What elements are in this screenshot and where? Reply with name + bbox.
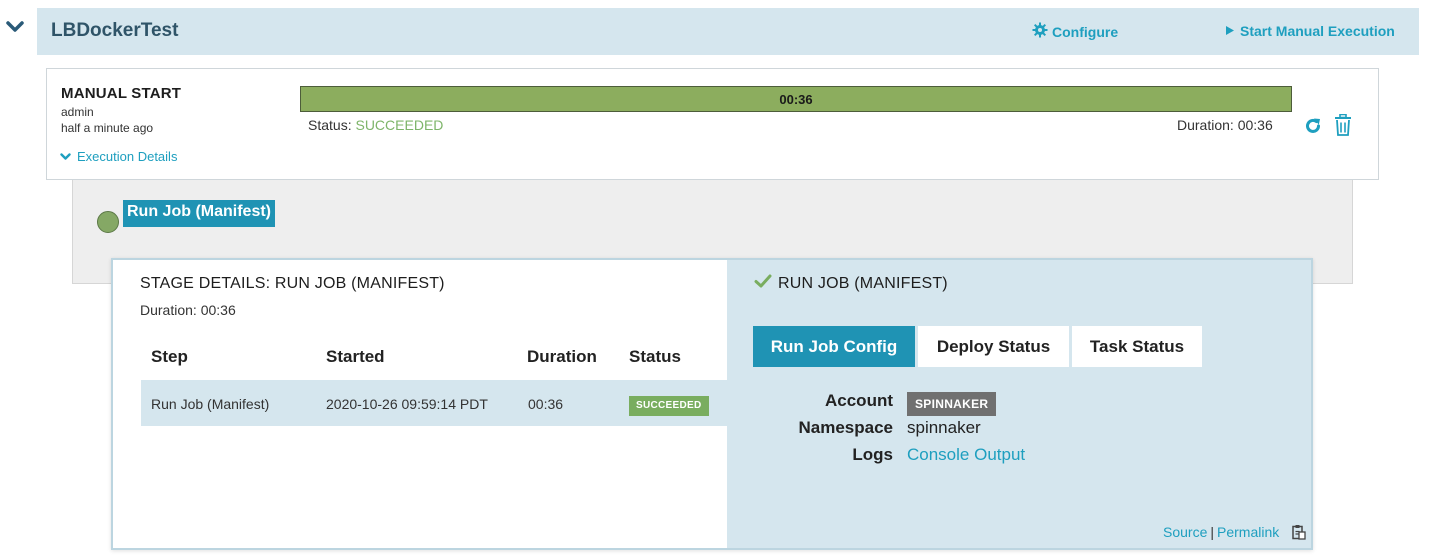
start-manual-execution-label: Start Manual Execution — [1240, 23, 1395, 39]
account-badge: SPINNAKER — [907, 392, 997, 416]
configure-label: Configure — [1052, 23, 1119, 40]
footer-links: Source | Permalink — [1163, 524, 1306, 540]
execution-progress-bar[interactable]: 00:36 — [300, 86, 1292, 112]
stage-duration: Duration: 00:36 — [140, 302, 236, 318]
step-name: Run Job (Manifest) — [151, 396, 270, 412]
trash-icon[interactable] — [1334, 113, 1352, 136]
column-header-status: Status — [629, 347, 681, 366]
collapse-pipeline-chevron-icon[interactable] — [6, 20, 24, 36]
permalink-link[interactable]: Permalink — [1217, 524, 1279, 540]
start-manual-execution-button[interactable]: Start Manual Execution — [1225, 23, 1395, 39]
namespace-label: Namespace — [798, 418, 893, 437]
column-header-duration: Duration — [527, 347, 597, 366]
status-value: SUCCEEDED — [355, 117, 444, 133]
console-output-link[interactable]: Console Output — [907, 445, 1025, 465]
trigger-time: half a minute ago — [61, 121, 154, 135]
trigger-title: MANUAL START — [61, 85, 182, 102]
tab-task-status[interactable]: Task Status — [1072, 326, 1202, 367]
job-title-label: RUN JOB (MANIFEST) — [778, 274, 948, 292]
progress-duration-label: 00:36 — [779, 91, 813, 107]
job-title: RUN JOB (MANIFEST) — [754, 274, 948, 293]
clipboard-icon[interactable] — [1290, 524, 1306, 540]
stage-node[interactable] — [97, 211, 119, 233]
execution-status: Status: SUCCEEDED — [308, 117, 443, 133]
stage-node-label[interactable]: Run Job (Manifest) — [123, 200, 275, 227]
check-icon — [754, 274, 772, 293]
configure-button[interactable]: Configure — [1032, 22, 1118, 41]
tab-run-job-config[interactable]: Run Job Config — [753, 326, 915, 367]
tab-deploy-status[interactable]: Deploy Status — [918, 326, 1069, 367]
gear-icon — [1032, 22, 1048, 41]
account-label: Account — [825, 391, 893, 410]
step-started: 2020-10-26 09:59:14 PDT — [326, 396, 488, 412]
status-badge: SUCCEEDED — [629, 396, 709, 416]
table-row[interactable]: Run Job (Manifest) 2020-10-26 09:59:14 P… — [141, 380, 727, 426]
stage-details-panel: STAGE DETAILS: RUN JOB (MANIFEST) Durati… — [111, 258, 1313, 550]
status-prefix: Status: — [308, 117, 352, 133]
pipeline-header: LBDockerTest Configure Start Manual Exec… — [37, 8, 1419, 55]
trigger-user: admin — [61, 105, 94, 119]
stage-summary-pane: STAGE DETAILS: RUN JOB (MANIFEST) Durati… — [113, 260, 727, 548]
logs-label: Logs — [852, 445, 893, 464]
step-duration: 00:36 — [528, 396, 564, 412]
footer-separator: | — [1210, 524, 1214, 540]
source-link[interactable]: Source — [1163, 524, 1207, 540]
column-header-started: Started — [326, 347, 385, 366]
play-icon — [1225, 23, 1235, 39]
namespace-value: spinnaker — [907, 418, 981, 437]
refresh-icon[interactable] — [1303, 116, 1323, 136]
job-details-pane: RUN JOB (MANIFEST) Run Job Config Deploy… — [727, 260, 1311, 548]
stage-details-title: STAGE DETAILS: RUN JOB (MANIFEST) — [140, 275, 445, 292]
pipeline-name[interactable]: LBDockerTest — [51, 20, 178, 42]
execution-duration: Duration: 00:36 — [1177, 117, 1273, 133]
column-header-step: Step — [151, 347, 188, 366]
chevron-down-icon — [60, 149, 71, 164]
execution-details-toggle[interactable]: Execution Details — [60, 149, 177, 164]
execution-details-label: Execution Details — [77, 149, 178, 164]
execution-card: MANUAL START admin half a minute ago Exe… — [46, 68, 1379, 180]
